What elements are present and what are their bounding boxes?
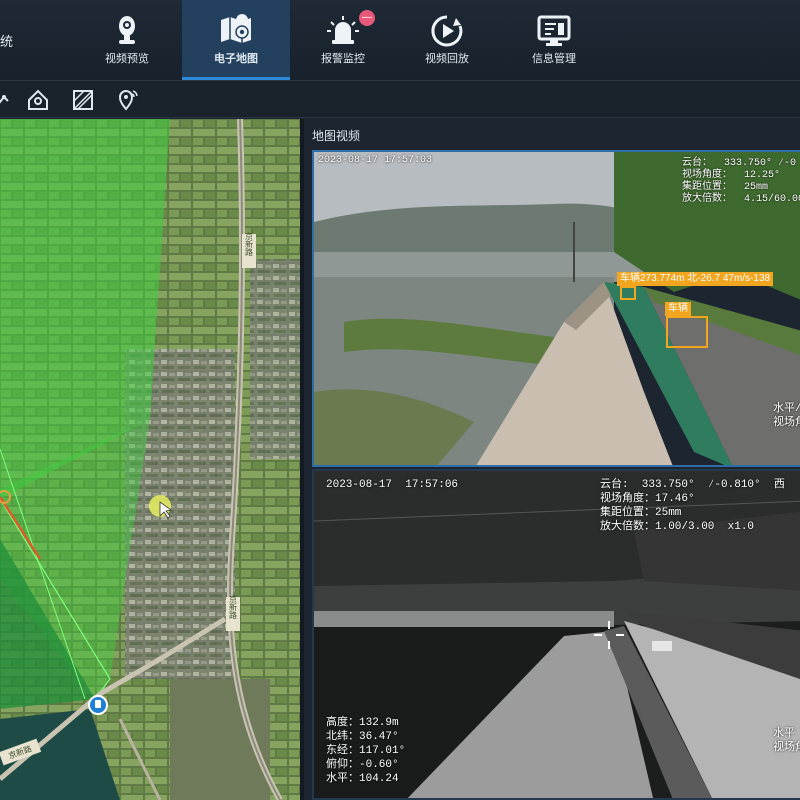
tab-electronic-map[interactable]: 电子地图 <box>182 0 290 80</box>
top-nav-bar: 统 视频预览 电子地图 — 报警监控 视频回放 信息管理 <box>0 0 800 80</box>
alarm-siren-icon <box>327 16 359 44</box>
thermal-camera-view[interactable]: 2023-08-17 17:57:06 云台: 333.750° ∕-0.810… <box>312 469 800 800</box>
playback-icon <box>431 15 463 47</box>
area-select-icon[interactable] <box>70 87 96 113</box>
tab-video-playback[interactable]: 视频回放 <box>393 0 501 80</box>
detection-box[interactable] <box>666 316 708 348</box>
detection-label: 车辆273.774m 北-26.7 47m/s-138 <box>617 272 774 286</box>
tab-label: 视频预览 <box>105 53 149 65</box>
draw-line-icon[interactable] <box>0 87 18 113</box>
thermal-ptz-readout: 云台: 333.750° ∕-0.810° 西 视场角度：17.46° 集距位置… <box>600 479 785 533</box>
map-icon <box>221 14 251 43</box>
road-label: 京新路 <box>226 594 240 631</box>
app-title: 统 <box>0 34 15 49</box>
map-canvas[interactable]: 京新路 京新路 京新路 <box>0 119 300 800</box>
tab-label: 电子地图 <box>214 53 258 65</box>
camera-marker-icon[interactable] <box>88 695 108 715</box>
tab-label: 视频回放 <box>425 53 469 65</box>
tab-video-preview[interactable]: 视频预览 <box>73 0 181 80</box>
location-signal-icon[interactable] <box>115 87 141 113</box>
visible-timestamp: 2023-08-17 17:57:03 <box>318 155 433 166</box>
thermal-timestamp: 2023-08-17 17:57:06 <box>326 479 459 491</box>
tab-label: 报警监控 <box>321 53 365 65</box>
alarm-count-badge: — <box>359 10 375 26</box>
tab-label: 信息管理 <box>532 53 576 65</box>
map-toolbar <box>0 80 800 118</box>
svg-text:京新路: 京新路 <box>229 594 238 619</box>
tab-info-management[interactable]: 信息管理 <box>500 0 608 80</box>
thermal-edge-readout: 水平 视场角 <box>773 728 800 754</box>
satellite-map[interactable]: 京新路 京新路 京新路 <box>0 119 300 800</box>
visible-camera-view[interactable]: 2023-08-17 17:57:03 云台： 333.750° ∕-0 视场角… <box>312 150 800 467</box>
thermal-position-readout: 高度：132.9m 北纬：36.47° 东经：117.01° 俯仰：-0.60°… <box>326 717 406 785</box>
detection-box[interactable] <box>620 286 636 300</box>
location-house-icon[interactable] <box>25 87 51 113</box>
map-video-panel: 地图视频 2023-08-17 17:57:03 云台： 333.750° ∕-… <box>300 119 800 800</box>
panel-title: 地图视频 <box>312 129 361 143</box>
road-label: 京新路 <box>242 231 256 268</box>
detection-label: 车辆 <box>665 302 691 316</box>
visible-ptz-readout: 云台： 333.750° ∕-0 视场角度： 12.25° 集距位置： 25mm… <box>682 158 800 205</box>
app-window: 统 视频预览 电子地图 — 报警监控 视频回放 信息管理 京新路 京新路 京新路… <box>0 0 800 800</box>
tab-alarm-monitor[interactable]: — 报警监控 <box>289 0 397 80</box>
svg-text:京新路: 京新路 <box>245 231 254 256</box>
visible-edge-readout: 水平/ 视场角 <box>773 403 800 429</box>
camera-icon <box>119 16 135 44</box>
monitor-info-icon <box>537 15 571 46</box>
